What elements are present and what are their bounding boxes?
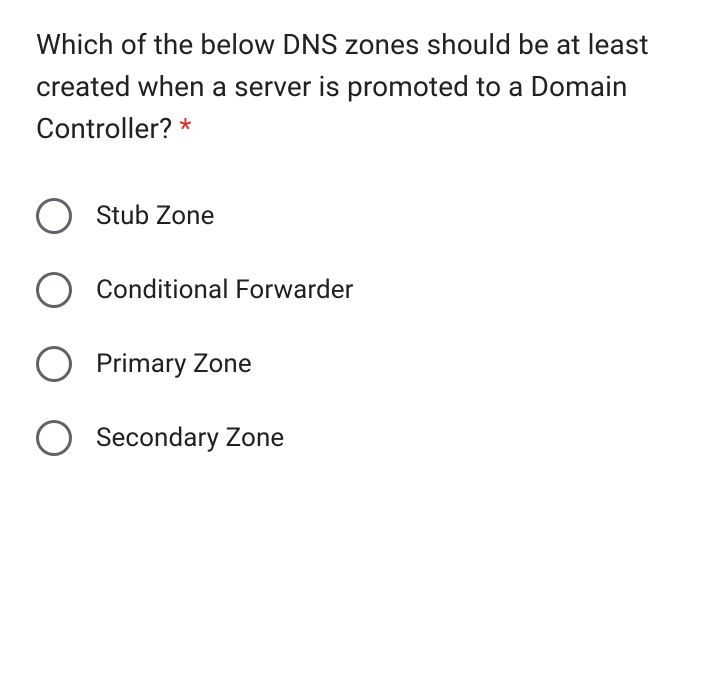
question-text: Which of the below DNS zones should be a…	[36, 24, 684, 150]
required-asterisk: *	[179, 112, 191, 145]
option-stub-zone[interactable]: Stub Zone	[36, 198, 684, 234]
option-secondary-zone[interactable]: Secondary Zone	[36, 420, 684, 456]
options-list: Stub Zone Conditional Forwarder Primary …	[36, 198, 684, 456]
radio-icon[interactable]	[36, 198, 72, 234]
radio-icon[interactable]	[36, 346, 72, 382]
option-label: Stub Zone	[96, 201, 215, 231]
option-conditional-forwarder[interactable]: Conditional Forwarder	[36, 272, 684, 308]
question-prompt: Which of the below DNS zones should be a…	[36, 28, 649, 145]
radio-icon[interactable]	[36, 272, 72, 308]
option-label: Conditional Forwarder	[96, 275, 354, 305]
radio-icon[interactable]	[36, 420, 72, 456]
option-primary-zone[interactable]: Primary Zone	[36, 346, 684, 382]
option-label: Secondary Zone	[96, 423, 284, 453]
option-label: Primary Zone	[96, 349, 252, 379]
